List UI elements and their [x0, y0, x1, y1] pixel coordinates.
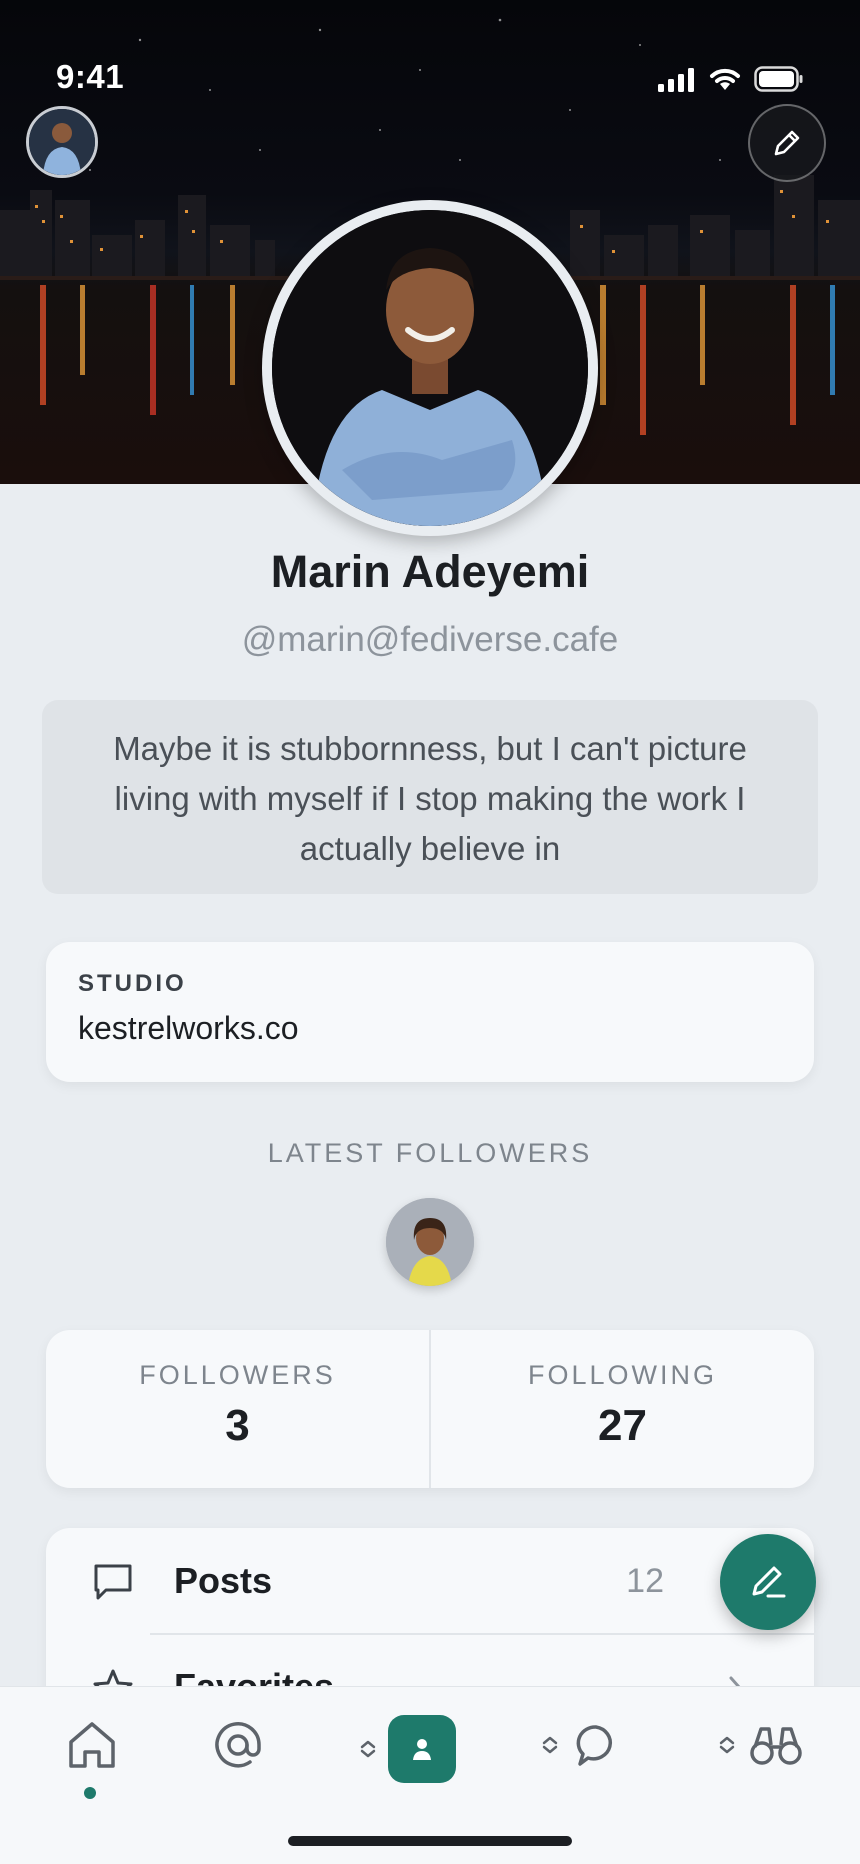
status-icons	[658, 66, 804, 92]
at-icon	[215, 1722, 261, 1768]
active-tab-indicator	[84, 1787, 96, 1799]
profile-field-card: STUDIO kestrelworks.co	[46, 942, 814, 1082]
profile-avatar[interactable]	[262, 200, 598, 536]
follower-avatar[interactable]	[386, 1198, 474, 1286]
followers-count: 3	[225, 1401, 250, 1450]
switch-account-chevrons-icon	[360, 1740, 376, 1758]
following-count: 27	[598, 1401, 647, 1450]
field-label: STUDIO	[78, 970, 187, 997]
profile-avatar-image	[272, 210, 588, 526]
battery-icon	[754, 66, 803, 92]
switch-chevrons-icon	[542, 1736, 558, 1754]
tab-conversations[interactable]	[536, 1715, 622, 1775]
chat-bubble-icon	[576, 1725, 613, 1766]
following-stat[interactable]: FOLLOWING 27	[429, 1330, 814, 1488]
tab-mentions[interactable]	[210, 1715, 266, 1775]
followers-label: FOLLOWERS	[139, 1360, 336, 1390]
cellular-signal-icon	[658, 68, 694, 92]
profile-screen: 9:41 Marin Adeyemi @marin@fediverse.cafe…	[0, 0, 860, 1864]
latest-followers-label: LATEST FOLLOWERS	[267, 1138, 593, 1168]
account-avatar-image	[29, 109, 95, 175]
field-value-link[interactable]: kestrelworks.co	[78, 1010, 782, 1047]
tab-home[interactable]	[64, 1715, 120, 1775]
followers-stat[interactable]: FOLLOWERS 3	[46, 1330, 429, 1488]
wifi-icon	[710, 68, 740, 90]
follower-avatar-image	[386, 1198, 474, 1286]
tab-profile[interactable]	[352, 1715, 462, 1783]
pencil-icon	[774, 130, 800, 156]
compose-button[interactable]	[720, 1534, 816, 1630]
home-icon	[69, 1722, 115, 1768]
switch-chevrons-icon	[719, 1736, 735, 1754]
follow-stats-card: FOLLOWERS 3 FOLLOWING 27	[46, 1330, 814, 1488]
menu-item-posts[interactable]: Posts 12	[46, 1528, 814, 1634]
person-icon	[413, 1739, 431, 1760]
tab-explore[interactable]	[710, 1715, 810, 1775]
compose-pencil-icon	[752, 1566, 786, 1598]
account-handle: @marin@fediverse.cafe	[241, 620, 619, 659]
menu-item-count: 12	[626, 1561, 664, 1600]
account-avatar[interactable]	[26, 106, 98, 178]
binoculars-icon	[750, 1727, 802, 1765]
following-label: FOLLOWING	[527, 1360, 717, 1390]
menu-item-label: Posts	[174, 1560, 273, 1601]
status-time: 9:41	[56, 58, 125, 95]
edit-profile-button[interactable]	[748, 104, 826, 182]
display-name: Marin Adeyemi	[270, 546, 590, 597]
home-indicator	[288, 1836, 572, 1846]
profile-bio: Maybe it is stubbornness, but I can't pi…	[42, 700, 818, 894]
speech-bubble-icon	[94, 1564, 132, 1600]
